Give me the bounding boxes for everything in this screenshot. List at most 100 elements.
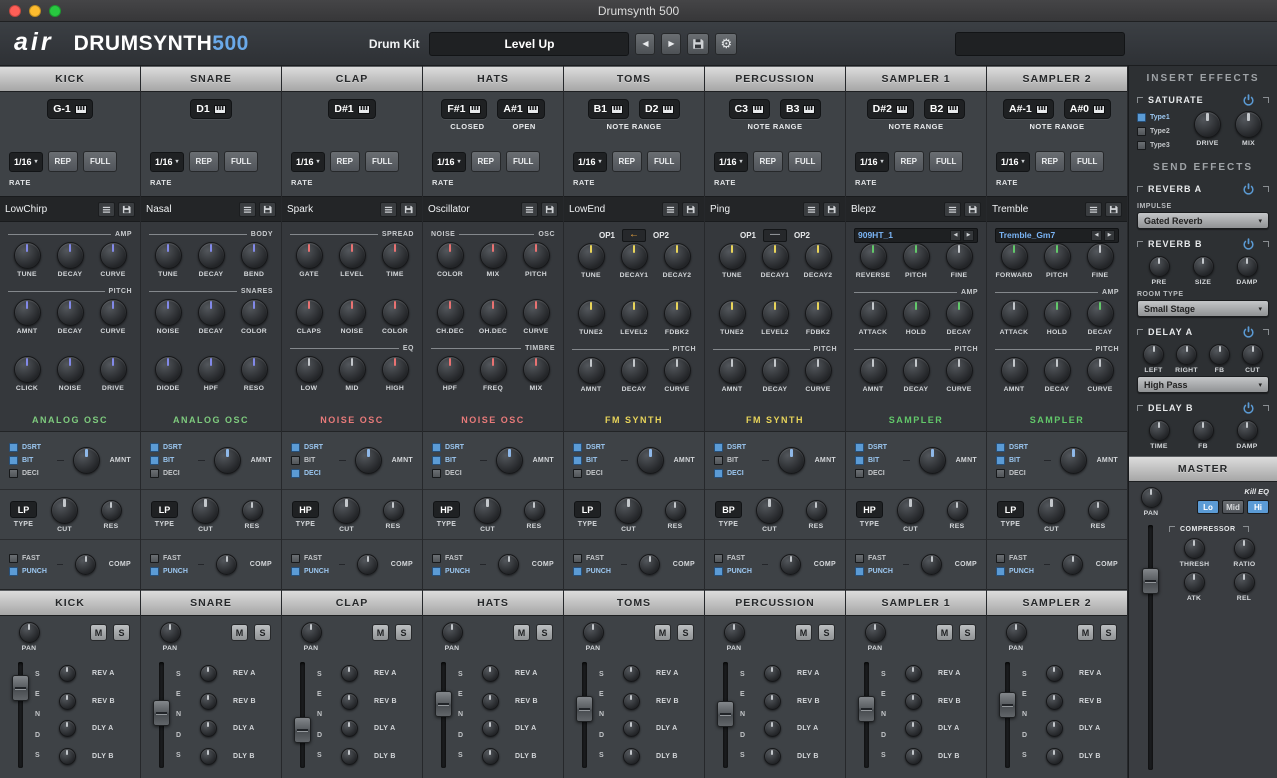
send-knob[interactable] xyxy=(764,748,781,765)
decay2-knob[interactable] xyxy=(664,243,691,270)
pitch-knob[interactable] xyxy=(1044,243,1071,270)
save-kit-button[interactable] xyxy=(687,33,709,55)
drive-knob[interactable] xyxy=(1194,111,1221,138)
diode-knob[interactable] xyxy=(155,356,182,383)
level2-knob[interactable] xyxy=(762,300,789,327)
fb-knob[interactable] xyxy=(1193,420,1214,441)
preset-save-button[interactable] xyxy=(118,202,135,217)
send-knob[interactable] xyxy=(59,720,76,737)
dsrt-checkbox[interactable] xyxy=(996,443,1005,452)
preset-menu-button[interactable] xyxy=(239,202,256,217)
deci-checkbox[interactable] xyxy=(714,469,723,478)
filter-type-button[interactable]: HP xyxy=(433,501,460,518)
next-sample-button[interactable]: ▶ xyxy=(1104,230,1115,241)
level-fader[interactable] xyxy=(574,660,594,770)
punch-checkbox[interactable] xyxy=(714,567,723,576)
mix-knob[interactable] xyxy=(480,242,507,269)
send-knob[interactable] xyxy=(1046,748,1063,765)
fader-handle[interactable] xyxy=(435,691,452,717)
send-knob[interactable] xyxy=(482,693,499,710)
drum-kit-select[interactable]: Level Up xyxy=(429,32,629,56)
repeat-button[interactable]: REP xyxy=(894,151,924,172)
pan-knob[interactable] xyxy=(865,622,886,643)
right-knob[interactable] xyxy=(1176,344,1197,365)
deci-checkbox[interactable] xyxy=(9,469,18,478)
deci-checkbox[interactable] xyxy=(291,469,300,478)
preset-save-button[interactable] xyxy=(964,202,981,217)
send-knob[interactable] xyxy=(482,665,499,682)
filter-type-button[interactable]: LP xyxy=(574,501,601,518)
pre-knob[interactable] xyxy=(1149,256,1170,277)
tune-knob[interactable] xyxy=(155,242,182,269)
mute-button[interactable]: M xyxy=(372,624,389,641)
bit-checkbox[interactable] xyxy=(996,456,1005,465)
pan-knob[interactable] xyxy=(442,622,463,643)
filter-res-knob[interactable] xyxy=(242,500,263,521)
repeat-button[interactable]: REP xyxy=(189,151,219,172)
dist-amount-knob[interactable] xyxy=(919,447,946,474)
amnt-knob[interactable] xyxy=(719,357,746,384)
kill-eq-hi-button[interactable]: Hi xyxy=(1247,500,1269,514)
solo-button[interactable]: S xyxy=(677,624,694,641)
settings-button[interactable]: ⚙ xyxy=(715,33,737,55)
solo-button[interactable]: S xyxy=(1100,624,1117,641)
curve-knob[interactable] xyxy=(664,357,691,384)
send-knob[interactable] xyxy=(764,720,781,737)
full-button[interactable]: FULL xyxy=(788,151,822,172)
ch-dec-knob[interactable] xyxy=(437,299,464,326)
noise-knob[interactable] xyxy=(339,299,366,326)
kill-eq-lo-button[interactable]: Lo xyxy=(1197,500,1219,514)
note-button[interactable]: D#2 xyxy=(867,99,914,119)
pan-knob[interactable] xyxy=(301,622,322,643)
preset-menu-button[interactable] xyxy=(98,202,115,217)
gate-knob[interactable] xyxy=(296,242,323,269)
filter-type-button[interactable]: LP xyxy=(151,501,178,518)
fdbk2-knob[interactable] xyxy=(805,300,832,327)
send-knob[interactable] xyxy=(1046,665,1063,682)
send-knob[interactable] xyxy=(1046,720,1063,737)
decay-knob[interactable] xyxy=(198,242,225,269)
mute-button[interactable]: M xyxy=(1077,624,1094,641)
full-button[interactable]: FULL xyxy=(83,151,117,172)
sample-selector[interactable]: 909HT_1◀▶ xyxy=(854,228,978,243)
send-knob[interactable] xyxy=(59,665,76,682)
pitch-knob[interactable] xyxy=(523,242,550,269)
ratio-knob[interactable] xyxy=(1234,538,1255,559)
pan-knob[interactable] xyxy=(160,622,181,643)
pan-knob[interactable] xyxy=(1006,622,1027,643)
dsrt-checkbox[interactable] xyxy=(714,443,723,452)
rate-select[interactable]: 1/16▾ xyxy=(996,152,1030,172)
mute-button[interactable]: M xyxy=(654,624,671,641)
note-button[interactable]: F#1 xyxy=(441,99,487,119)
decay-knob[interactable] xyxy=(1044,357,1071,384)
mute-button[interactable]: M xyxy=(513,624,530,641)
saturate-type-1-checkbox[interactable] xyxy=(1137,113,1146,122)
damp-knob[interactable] xyxy=(1237,256,1258,277)
hpf-knob[interactable] xyxy=(198,356,225,383)
level-fader[interactable] xyxy=(10,660,30,770)
rate-select[interactable]: 1/16▾ xyxy=(573,152,607,172)
color-knob[interactable] xyxy=(382,299,409,326)
fast-checkbox[interactable] xyxy=(996,554,1005,563)
fader-handle[interactable] xyxy=(12,675,29,701)
comp-knob[interactable] xyxy=(1062,554,1083,575)
full-button[interactable]: FULL xyxy=(647,151,681,172)
preset-menu-button[interactable] xyxy=(380,202,397,217)
master-pan-knob[interactable] xyxy=(1141,487,1162,508)
preset-menu-button[interactable] xyxy=(803,202,820,217)
comp-knob[interactable] xyxy=(921,554,942,575)
decay1-knob[interactable] xyxy=(621,243,648,270)
saturate-type-2-checkbox[interactable] xyxy=(1137,127,1146,136)
filter-type-button[interactable]: LP xyxy=(10,501,37,518)
note-button[interactable]: A#-1 xyxy=(1003,99,1054,119)
decay-knob[interactable] xyxy=(946,300,973,327)
filter-cutoff-knob[interactable] xyxy=(1038,497,1065,524)
cut-knob[interactable] xyxy=(1242,344,1263,365)
note-button[interactable]: D1 xyxy=(190,99,231,119)
solo-button[interactable]: S xyxy=(395,624,412,641)
click-knob[interactable] xyxy=(14,356,41,383)
comp-knob[interactable] xyxy=(75,554,96,575)
mute-button[interactable]: M xyxy=(90,624,107,641)
full-button[interactable]: FULL xyxy=(1070,151,1104,172)
bit-checkbox[interactable] xyxy=(9,456,18,465)
